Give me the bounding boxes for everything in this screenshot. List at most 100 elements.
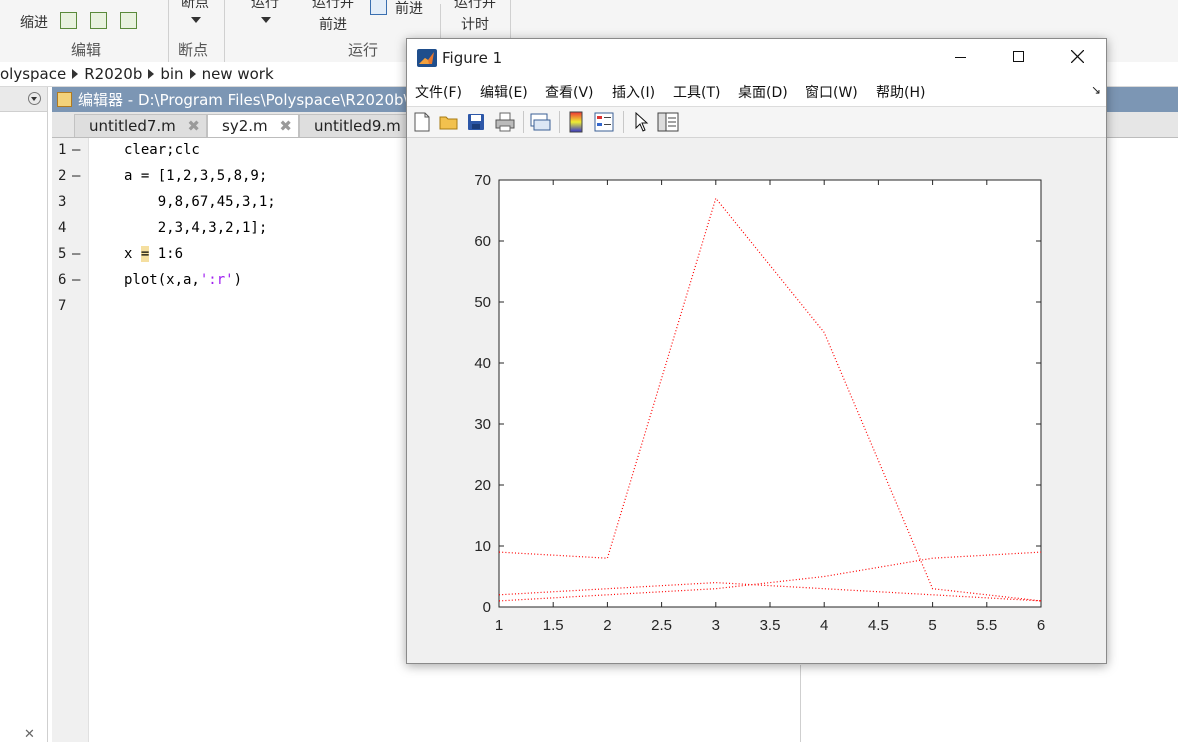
menu-tools[interactable]: 工具(T) — [673, 82, 720, 102]
tab-sy2[interactable]: sy2.m ✖ — [207, 114, 299, 137]
axes-box[interactable] — [498, 179, 1042, 608]
code-line-6[interactable]: plot(x,a,':r') — [124, 272, 242, 288]
run-and-time-button[interactable]: 运行并 计时 — [454, 0, 496, 36]
y-tick-label: 0 — [483, 599, 491, 616]
y-tick-label: 60 — [474, 233, 491, 250]
panel-actions-icon[interactable] — [28, 92, 41, 105]
run-group-label: 运行 — [348, 41, 379, 59]
toolbar-separator — [559, 111, 560, 133]
line-number: 6 — [58, 272, 67, 288]
indent-label: 缩进 — [20, 15, 48, 31]
menu-file[interactable]: 文件(F) — [415, 82, 462, 102]
close-icon[interactable] — [1071, 50, 1084, 63]
run-dropdown-icon[interactable] — [261, 17, 271, 23]
x-tick-label: 3 — [712, 617, 720, 634]
line-number: 2 — [58, 168, 67, 184]
figure-toolbar — [407, 107, 1106, 138]
print-icon[interactable] — [495, 112, 515, 132]
matlab-logo-icon — [417, 49, 437, 67]
x-tick-label: 4.5 — [868, 617, 889, 634]
tab-close-icon[interactable]: ✖ — [187, 117, 200, 135]
toolbar-separator — [623, 111, 624, 133]
run-button-label[interactable]: 运行 — [251, 0, 279, 12]
plot-area: 1 1.5 2 2.5 3 3.5 4 4.5 5 5.5 6 0 10 20 30 40 50 60 70 — [407, 138, 1106, 663]
breadcrumb-segment[interactable]: R2020b — [78, 65, 148, 83]
menu-edit[interactable]: 编辑(E) — [480, 82, 528, 102]
open-file-icon[interactable] — [439, 113, 459, 131]
y-tick-label: 50 — [474, 294, 491, 311]
x-tick-label: 1 — [495, 617, 503, 634]
tab-close-icon[interactable]: ✖ — [279, 117, 292, 135]
breakpoint-marker[interactable]: — — [72, 246, 80, 262]
x-tick-label: 5.5 — [976, 617, 997, 634]
menu-window[interactable]: 窗口(W) — [805, 82, 858, 102]
breakpoint-marker[interactable]: — — [72, 272, 80, 288]
breakpoints-button-label[interactable]: 断点 — [181, 0, 209, 12]
tab-untitled9[interactable]: untitled9.m — [299, 114, 409, 137]
y-tick-label: 20 — [474, 477, 491, 494]
new-figure-icon[interactable] — [413, 112, 431, 132]
editor-title: 编辑器 - D:\Program Files\Polyspace\R2020b\ — [78, 91, 409, 109]
colorbar-icon[interactable] — [569, 111, 583, 133]
code-token: plot(x,a, — [124, 272, 200, 288]
toolbar-separator — [523, 111, 524, 133]
pane-divider[interactable] — [800, 665, 801, 742]
pointer-icon[interactable] — [633, 112, 649, 132]
figure-menubar: 文件(F) 编辑(E) 查看(V) 插入(I) 工具(T) 桌面(D) 窗口(W… — [407, 77, 1106, 107]
indent-increase-icon[interactable] — [90, 12, 107, 29]
menu-desktop[interactable]: 桌面(D) — [738, 82, 788, 102]
line-chart[interactable]: 1 1.5 2 2.5 3 3.5 4 4.5 5 5.5 6010203040506070 — [407, 138, 1106, 663]
figure-window: Figure 1 文件(F) 编辑(E) 查看(V) 插入(I) 工具(T) 桌… — [406, 38, 1107, 664]
x-tick-label: 1.5 — [543, 617, 564, 634]
figure-title: Figure 1 — [442, 49, 503, 67]
line-number: 7 — [58, 298, 67, 314]
breakpoints-dropdown-icon[interactable] — [191, 17, 201, 23]
code-line-3[interactable]: 9,8,67,45,3,1; — [124, 194, 276, 210]
link-plot-icon[interactable] — [529, 112, 551, 132]
property-editor-icon[interactable] — [657, 112, 679, 132]
y-tick-label: 40 — [474, 355, 491, 372]
close-panel-icon[interactable]: ✕ — [24, 727, 35, 742]
x-tick-label: 3.5 — [760, 617, 781, 634]
save-icon[interactable] — [467, 113, 485, 131]
run-and-advance-button[interactable]: 运行并 前进 — [312, 0, 354, 36]
breakpoints-group-label: 断点 — [178, 41, 209, 59]
line-number: 1 — [58, 142, 67, 158]
y-tick-label: 10 — [474, 538, 491, 555]
menu-view[interactable]: 查看(V) — [545, 82, 594, 102]
y-tick-label: 30 — [474, 416, 491, 433]
indent-decrease-icon[interactable] — [120, 12, 137, 29]
menu-insert[interactable]: 插入(I) — [612, 82, 655, 102]
line-number: 5 — [58, 246, 67, 262]
breadcrumb-segment[interactable]: new work — [196, 65, 280, 83]
edit-group-label: 编辑 — [71, 41, 102, 59]
x-tick-label: 2.5 — [651, 617, 672, 634]
minimize-icon[interactable] — [955, 57, 966, 58]
legend-icon[interactable] — [594, 112, 614, 132]
tab-label: untitled9.m — [314, 117, 401, 135]
breakpoint-marker[interactable]: — — [72, 168, 80, 184]
tab-label: sy2.m — [222, 117, 268, 135]
code-string-token: ':r' — [199, 272, 234, 288]
menu-help[interactable]: 帮助(H) — [876, 82, 925, 102]
advance-icon[interactable] — [370, 0, 387, 15]
smart-indent-icon[interactable] — [60, 12, 77, 29]
code-token: 1:6 — [149, 246, 184, 262]
code-token: x — [124, 246, 141, 262]
dock-arrow-icon[interactable]: ↘ — [1091, 83, 1101, 97]
x-tick-label: 6 — [1037, 617, 1045, 634]
code-line-4[interactable]: 2,3,4,3,2,1]; — [124, 220, 268, 236]
code-line-5[interactable]: x = 1:6 — [124, 246, 183, 262]
code-line-1[interactable]: clear;clc — [124, 142, 200, 158]
advance-button-label[interactable]: 前进 — [395, 0, 423, 18]
breadcrumb-segment[interactable]: olyspace — [0, 65, 72, 83]
figure-titlebar[interactable]: Figure 1 — [407, 39, 1106, 77]
code-line-2[interactable]: a = [1,2,3,5,8,9; — [124, 168, 267, 184]
tab-untitled7[interactable]: untitled7.m ✖ — [74, 114, 207, 137]
current-folder-panel: ✕ — [0, 87, 48, 742]
breakpoint-marker[interactable]: — — [72, 142, 80, 158]
breadcrumb-segment[interactable]: bin — [154, 65, 189, 83]
code-token: ) — [233, 272, 243, 288]
x-tick-label: 4 — [820, 617, 828, 634]
maximize-icon[interactable] — [1013, 51, 1024, 62]
